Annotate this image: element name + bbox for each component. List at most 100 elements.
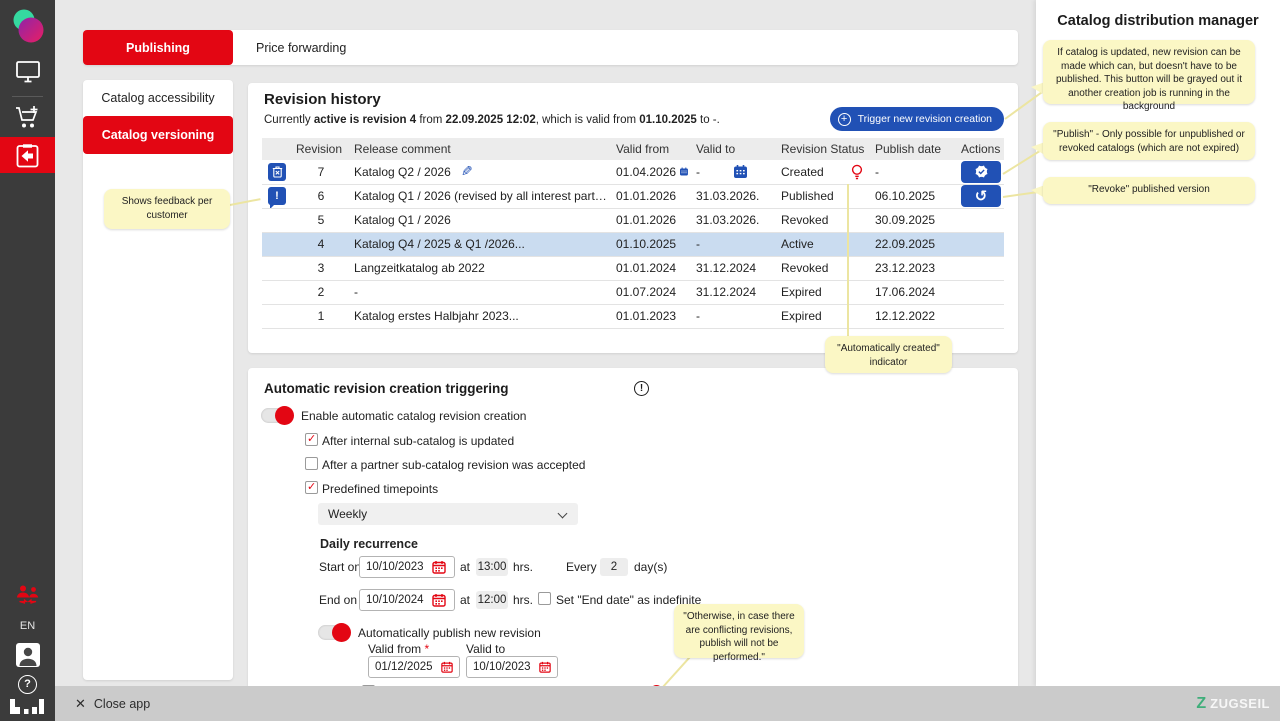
start-date-field[interactable] [359, 556, 455, 578]
frequency-select[interactable]: Weekly [318, 503, 578, 525]
revision-row-6[interactable]: ! 6 Katalog Q1 / 2026 (revised by all in… [262, 184, 1004, 209]
at-label: at [460, 593, 471, 607]
col-revision-status: Revision Status [777, 138, 871, 160]
auto-revision-card: Automatic revision creation triggering !… [248, 368, 1018, 700]
sidebar-item-catalog-active[interactable] [0, 137, 55, 173]
note-feedback: Shows feedback per customer [104, 189, 230, 229]
publish-valid-from-input[interactable] [375, 661, 437, 673]
calendar-icon[interactable] [734, 165, 747, 179]
feedback-icon[interactable]: ! [268, 187, 286, 207]
cart-add-icon[interactable] [0, 103, 55, 131]
checkbox-internal-label: After internal sub-catalog is updated [322, 434, 515, 448]
status-value: Revoked [777, 256, 871, 281]
monitor-icon[interactable] [0, 58, 55, 86]
valid-from-label: Valid from * [368, 642, 430, 656]
publish-action-button[interactable] [961, 160, 1001, 183]
valid-to-value: - [692, 232, 777, 257]
calendar-icon[interactable] [441, 660, 453, 674]
days-label: day(s) [634, 560, 668, 574]
publish-valid-from-field[interactable] [368, 656, 460, 678]
revision-row-5[interactable]: 5 Katalog Q1 / 2026 01.01.2026 31.03.202… [262, 208, 1004, 233]
start-on-label: Start on [319, 560, 362, 574]
end-date-field[interactable] [359, 589, 455, 611]
interval-field[interactable]: 2 [600, 558, 628, 576]
valid-to-value: - [692, 304, 777, 329]
feedback-exclamation: ! [275, 190, 279, 202]
note-trigger-info: If catalog is updated, new revision can … [1043, 40, 1255, 112]
revision-table: Revision Release comment Valid from Vali… [262, 138, 1004, 329]
every-label: Every [566, 560, 597, 574]
status-value: Expired [777, 304, 871, 329]
users-exchange-icon[interactable] [0, 582, 55, 608]
daily-recurrence-heading: Daily recurrence [320, 537, 418, 551]
revision-number: 3 [292, 256, 350, 281]
avatar[interactable] [0, 641, 55, 669]
revision-number: 1 [292, 304, 350, 329]
note-otherwise: "Otherwise, in case there are conflictin… [674, 604, 804, 663]
start-date-input[interactable] [366, 561, 428, 573]
tab-price-forwarding[interactable]: Price forwarding [256, 30, 346, 65]
table-header-row: Revision Release comment Valid from Vali… [262, 138, 1004, 160]
publish-date-value: 22.09.2025 [871, 232, 957, 257]
tab-publishing[interactable]: Publishing [83, 30, 233, 65]
calendar-icon[interactable] [432, 560, 446, 574]
edit-icon[interactable]: ✎ [461, 163, 473, 180]
valid-to-value: 31.03.2026. [692, 184, 777, 209]
enable-auto-creation-label: Enable automatic catalog revision creati… [301, 409, 527, 423]
status-value: Revoked [777, 208, 871, 233]
revision-row-3[interactable]: 3 Langzeitkatalog ab 2022 01.01.2024 31.… [262, 256, 1004, 281]
revoke-icon: ↺ [974, 187, 988, 205]
revision-row-4-selected[interactable]: 4 Katalog Q4 / 2025 & Q1 /2026... 01.10.… [262, 232, 1004, 257]
revision-number: 2 [292, 280, 350, 305]
auto-created-bulb-icon [851, 164, 863, 179]
checkbox-internal-subcatalog[interactable] [305, 432, 318, 446]
valid-to-value: - [696, 164, 700, 179]
col-publish-date: Publish date [871, 138, 957, 160]
sidebar-divider [12, 96, 43, 97]
help-icon[interactable]: ? [0, 673, 55, 695]
valid-from-value: 01.07.2024 [612, 280, 692, 305]
nav-item-catalog-accessibility[interactable]: Catalog accessibility [83, 82, 233, 114]
close-app-label: Close app [93, 696, 151, 711]
close-app-button[interactable]: ✕ Close app [75, 686, 150, 721]
col-revision: Revision [292, 138, 350, 160]
auto-trigger-title: Automatic revision creation triggering [264, 381, 509, 396]
help-question-glyph: ? [18, 674, 37, 694]
release-comment: Katalog erstes Halbjahr 2023... [350, 304, 612, 329]
calendar-icon[interactable] [539, 660, 551, 674]
nav-item-catalog-versioning[interactable]: Catalog versioning [83, 116, 233, 154]
valid-to-value: 31.03.2026. [692, 208, 777, 233]
revision-row-2[interactable]: 2 - 01.07.2024 31.12.2024 Expired 17.06.… [262, 280, 1004, 305]
calendar-icon[interactable] [432, 593, 446, 607]
delete-revision-icon[interactable] [268, 162, 286, 181]
bottom-bar: ✕ Close app Z ZUGSEIL [55, 686, 1280, 721]
hrs-label: hrs. [513, 560, 534, 574]
revoke-action-button[interactable]: ↺ [961, 185, 1001, 207]
revision-row-1[interactable]: 1 Katalog erstes Halbjahr 2023... 01.01.… [262, 304, 1004, 329]
publish-valid-to-input[interactable] [473, 661, 535, 673]
valid-from-value: 01.01.2023 [612, 304, 692, 329]
end-time-field[interactable]: 12:00 [476, 591, 508, 609]
calendar-icon[interactable] [680, 165, 688, 178]
language-selector[interactable]: EN [0, 620, 55, 632]
at-label: at [460, 560, 471, 574]
revision-history-card: Revision history Currently active is rev… [248, 83, 1018, 353]
revision-number: 5 [292, 208, 350, 233]
col-valid-to: Valid to [692, 138, 777, 160]
end-date-input[interactable] [366, 594, 428, 606]
start-time-field[interactable]: 13:00 [476, 558, 508, 576]
checkbox-indefinite-end[interactable] [538, 592, 551, 605]
revision-number: 6 [292, 184, 350, 209]
valid-to-value: 31.12.2024 [692, 280, 777, 305]
checkbox-partner-subcatalog[interactable] [305, 457, 318, 470]
auto-publish-label: Automatically publish new revision [358, 626, 541, 640]
checkbox-predefined-timepoints[interactable] [305, 480, 318, 494]
revision-row-7[interactable]: 7 Katalog Q2 / 2026 ✎ 01.04.2026 - Create… [262, 160, 1004, 185]
col-icon [262, 138, 292, 160]
feedback-bubble-tail [270, 204, 275, 207]
info-icon[interactable]: ! [634, 381, 649, 396]
publish-valid-to-field[interactable] [466, 656, 558, 678]
auto-publish-toggle[interactable] [318, 623, 351, 642]
enable-auto-creation-toggle[interactable] [261, 406, 294, 425]
trigger-new-revision-button[interactable]: + Trigger new revision creation [829, 107, 1004, 131]
